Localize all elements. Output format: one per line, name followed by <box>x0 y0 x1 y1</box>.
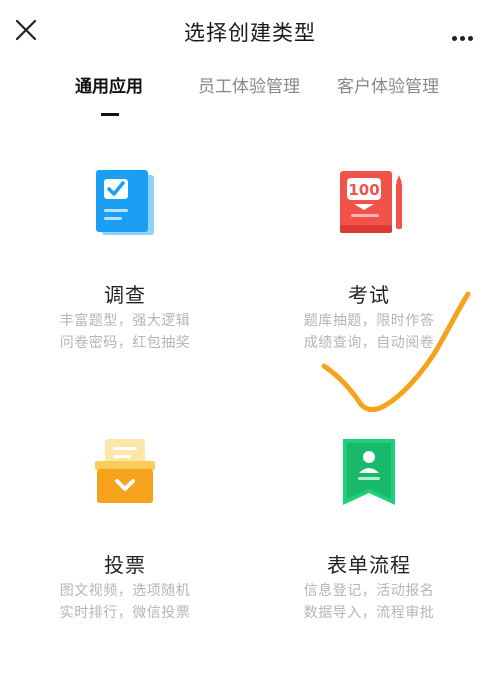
tab-employee-experience[interactable]: 员工体验管理 <box>198 74 300 118</box>
active-tab-indicator <box>101 113 119 116</box>
more-button[interactable] <box>452 26 482 41</box>
card-form-flow[interactable]: 表单流程 信息登记，活动报名 数据导入，流程审批 <box>244 435 494 695</box>
survey-icon <box>0 165 250 245</box>
card-survey-desc-line2: 问卷密码，红包抽奖 <box>59 335 191 351</box>
card-exam-description: 题库抽题，限时作答 成绩查询，自动阅卷 <box>244 310 494 354</box>
card-survey-title: 调查 <box>104 283 146 307</box>
card-form-flow-desc-line1: 信息登记，活动报名 <box>303 583 435 599</box>
exam-icon: 100 <box>244 165 494 245</box>
card-survey-description: 丰富题型，强大逻辑 问卷密码，红包抽奖 <box>0 310 250 354</box>
card-exam-title: 考试 <box>348 283 390 307</box>
card-survey-desc-line1: 丰富题型，强大逻辑 <box>59 313 191 329</box>
card-exam-desc-line1: 题库抽题，限时作答 <box>303 313 435 329</box>
card-exam-desc-line2: 成绩查询，自动阅卷 <box>303 335 435 351</box>
card-vote-title: 投票 <box>104 553 146 577</box>
card-survey[interactable]: 调查 丰富题型，强大逻辑 问卷密码，红包抽奖 <box>0 165 250 425</box>
card-form-flow-title: 表单流程 <box>327 553 411 577</box>
exam-score-badge: 100 <box>348 181 379 199</box>
card-form-flow-description: 信息登记，活动报名 数据导入，流程审批 <box>244 580 494 624</box>
card-vote-desc-line1: 图文视频，选项随机 <box>59 583 191 599</box>
tab-general-apps[interactable]: 通用应用 <box>75 74 143 118</box>
form-flow-icon <box>244 435 494 515</box>
tab-customer-experience[interactable]: 客户体验管理 <box>337 74 439 118</box>
card-vote-description: 图文视频，选项随机 实时排行，微信投票 <box>0 580 250 624</box>
card-vote-desc-line2: 实时排行，微信投票 <box>59 605 191 621</box>
top-bar: 选择创建类型 <box>0 0 500 64</box>
tab-bar: 通用应用 员工体验管理 客户体验管理 <box>0 74 500 124</box>
card-vote[interactable]: 投票 图文视频，选项随机 实时排行，微信投票 <box>0 435 250 695</box>
page-title: 选择创建类型 <box>184 21 316 45</box>
card-form-flow-desc-line2: 数据导入，流程审批 <box>303 605 435 621</box>
card-exam[interactable]: 100 考试 题库抽题，限时作答 成绩查询，自动阅卷 <box>244 165 494 425</box>
vote-icon <box>0 435 250 515</box>
more-dots-icon <box>452 26 476 45</box>
